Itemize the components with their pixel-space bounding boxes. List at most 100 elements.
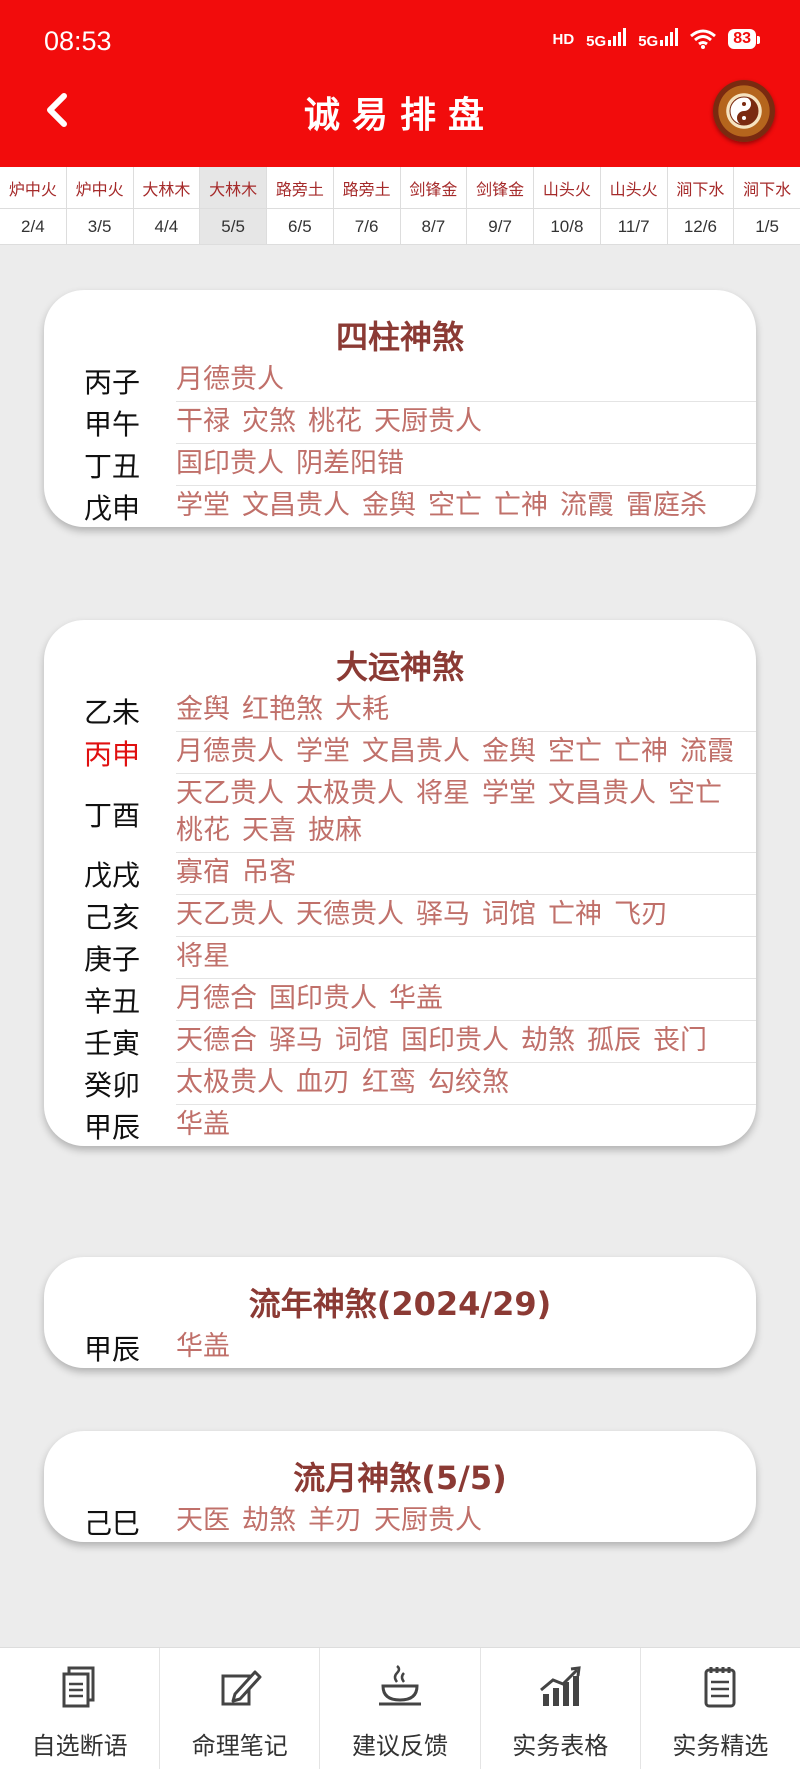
shensha-item[interactable]: 将星 <box>416 775 470 812</box>
shensha-item[interactable]: 华盖 <box>176 1106 230 1143</box>
nayin-month-cell[interactable]: 剑锋金 8/7 <box>400 167 468 244</box>
shensha-item[interactable]: 桃花 <box>176 812 230 849</box>
shensha-item[interactable]: 词馆 <box>335 1022 389 1059</box>
shensha-item[interactable]: 血刃 <box>296 1064 350 1101</box>
shensha-item[interactable]: 流霞 <box>680 733 734 770</box>
shensha-item[interactable]: 飞刃 <box>614 896 668 933</box>
nav-item-feedback[interactable]: 建议反馈 <box>320 1648 481 1769</box>
shensha-item[interactable]: 太极贵人 <box>296 775 404 812</box>
shensha-item[interactable]: 灾煞 <box>242 403 296 440</box>
shensha-item[interactable]: 天德贵人 <box>296 896 404 933</box>
shensha-item[interactable]: 驿马 <box>269 1022 323 1059</box>
nayin-month-cell[interactable]: 炉中火 3/5 <box>66 167 134 244</box>
shensha-item[interactable]: 华盖 <box>389 980 443 1017</box>
shensha-item[interactable]: 劫煞 <box>521 1022 575 1059</box>
shensha-item[interactable]: 空亡 <box>428 487 482 524</box>
shensha-item[interactable]: 阴差阳错 <box>296 445 404 482</box>
shensha-list: 学堂 文昌贵人 金舆 空亡 亡神 流霞 雷庭杀 <box>176 486 756 527</box>
shensha-item[interactable]: 空亡 <box>668 775 722 812</box>
shensha-item[interactable]: 披麻 <box>308 812 362 849</box>
shensha-item[interactable]: 学堂 <box>482 775 536 812</box>
shensha-item[interactable]: 劫煞 <box>242 1502 296 1539</box>
nayin-month-strip: 炉中火 2/4 炉中火 3/5 大林木 4/4 大林木 5/5 路旁土 6/5 路旁土 7/6 剑锋金 8… <box>0 167 800 245</box>
shensha-item[interactable]: 亡神 <box>494 487 548 524</box>
nav-item-tables[interactable]: 实务表格 <box>481 1648 641 1769</box>
shensha-item[interactable]: 流霞 <box>560 487 614 524</box>
shensha-item[interactable]: 词馆 <box>482 896 536 933</box>
month-start-date: 3/5 <box>87 216 112 236</box>
shensha-item[interactable]: 羊刃 <box>308 1502 362 1539</box>
shensha-list: 天德合 驿马 词馆 国印贵人 劫煞 孤辰 丧门 <box>176 1021 756 1063</box>
shensha-item[interactable]: 天厨贵人 <box>374 1502 482 1539</box>
shensha-item[interactable]: 金舆 <box>482 733 536 770</box>
shensha-item[interactable]: 红艳煞 <box>242 691 323 728</box>
card-sizhu: 四柱神煞 丙子 月德贵人 甲午 干禄 灾煞 桃花 天厨贵人 丁丑 国印贵人 阴差阳错 戊申 学堂 文昌贵… <box>44 290 756 527</box>
shensha-item[interactable]: 华盖 <box>176 1328 230 1365</box>
shensha-item[interactable]: 天乙贵人 <box>176 896 284 933</box>
shensha-item[interactable]: 文昌贵人 <box>548 775 656 812</box>
shensha-item[interactable]: 红鸾 <box>362 1064 416 1101</box>
nayin-month-cell[interactable]: 山头火 11/7 <box>600 167 668 244</box>
card-title-liunian: 流年神煞(2024/29) <box>248 1285 552 1323</box>
shensha-item[interactable]: 亡神 <box>548 896 602 933</box>
card-title-sizhu: 四柱神煞 <box>335 318 464 356</box>
nayin-month-cell[interactable]: 路旁土 7/6 <box>333 167 401 244</box>
shensha-item[interactable]: 天德合 <box>176 1022 257 1059</box>
shensha-item[interactable]: 金舆 <box>362 487 416 524</box>
shensha-item[interactable]: 天喜 <box>242 812 296 849</box>
shensha-item[interactable]: 天医 <box>176 1502 230 1539</box>
shensha-item[interactable]: 太极贵人 <box>176 1064 284 1101</box>
shensha-item[interactable]: 吊客 <box>242 854 296 891</box>
shensha-item[interactable]: 月德贵人 <box>176 361 284 398</box>
nayin-month-cell[interactable]: 炉中火 2/4 <box>0 167 67 244</box>
shensha-item[interactable]: 孤辰 <box>587 1022 641 1059</box>
shensha-item[interactable]: 将星 <box>176 938 230 975</box>
card-title-dayun: 大运神煞 <box>335 648 464 686</box>
nav-item-custom-judgments[interactable]: 自选断语 <box>0 1648 161 1769</box>
shensha-item[interactable]: 大耗 <box>335 691 389 728</box>
nayin-month-cell[interactable]: 路旁土 6/5 <box>267 167 334 244</box>
yin-yang-logo-icon[interactable] <box>713 80 775 142</box>
app-header: 08:53 HD 5G 5G 83 诚易排盘 <box>0 0 800 167</box>
nav-item-selections[interactable]: 实务精选 <box>641 1648 800 1769</box>
shensha-item[interactable]: 月德贵人 <box>176 733 284 770</box>
shensha-item[interactable]: 国印贵人 <box>269 980 377 1017</box>
nayin-month-cell[interactable]: 涧下水 1/5 <box>734 167 800 244</box>
pillar-row: 甲辰 华盖 <box>84 1327 756 1368</box>
shensha-item[interactable]: 国印贵人 <box>176 445 284 482</box>
shensha-item[interactable]: 文昌贵人 <box>362 733 470 770</box>
shensha-item[interactable]: 文昌贵人 <box>242 487 350 524</box>
nayin-month-cell[interactable]: 大林木 5/5 <box>200 167 267 244</box>
nav-label: 自选断语 <box>31 1732 128 1760</box>
shensha-item[interactable]: 学堂 <box>296 733 350 770</box>
shensha-item[interactable]: 金舆 <box>176 691 230 728</box>
pillar-row: 庚子 将星 <box>84 937 756 979</box>
shensha-item[interactable]: 寡宿 <box>176 854 230 891</box>
shensha-item[interactable]: 学堂 <box>176 487 230 524</box>
nayin-month-cell[interactable]: 涧下水 12/6 <box>667 167 735 244</box>
nayin-month-cell[interactable]: 剑锋金 9/7 <box>467 167 534 244</box>
shensha-item[interactable]: 干禄 <box>176 403 230 440</box>
pillar-row: 癸卯 太极贵人 血刃 红鸾 勾绞煞 <box>84 1063 756 1105</box>
shensha-item[interactable]: 勾绞煞 <box>428 1064 509 1101</box>
shensha-item[interactable]: 月德合 <box>176 980 257 1017</box>
card-title-liuyue: 流月神煞(5/5) <box>293 1459 507 1497</box>
nayin-month-cell[interactable]: 大林木 4/4 <box>133 167 201 244</box>
shensha-item[interactable]: 驿马 <box>416 896 470 933</box>
shensha-item[interactable]: 天乙贵人 <box>176 775 284 812</box>
shensha-item[interactable]: 空亡 <box>548 733 602 770</box>
shensha-item[interactable]: 天厨贵人 <box>374 403 482 440</box>
shensha-item[interactable]: 亡神 <box>614 733 668 770</box>
pillar-label: 丁酉 <box>84 798 141 832</box>
pillar-row: 乙未 金舆 红艳煞 大耗 <box>84 690 756 732</box>
shensha-item[interactable]: 丧门 <box>653 1022 707 1059</box>
month-start-date: 9/7 <box>488 216 512 236</box>
shensha-item[interactable]: 国印贵人 <box>401 1022 509 1059</box>
card-liuyue: 流月神煞(5/5) 己巳 天医 劫煞 羊刃 天厨贵人 <box>44 1431 756 1542</box>
nav-label: 实务表格 <box>512 1732 609 1760</box>
nav-item-notes[interactable]: 命理笔记 <box>160 1648 321 1769</box>
shensha-item[interactable]: 雷庭杀 <box>626 487 707 524</box>
nayin-month-cell[interactable]: 山头火 10/8 <box>534 167 601 244</box>
chart-icon <box>540 1666 581 1706</box>
shensha-item[interactable]: 桃花 <box>308 403 362 440</box>
